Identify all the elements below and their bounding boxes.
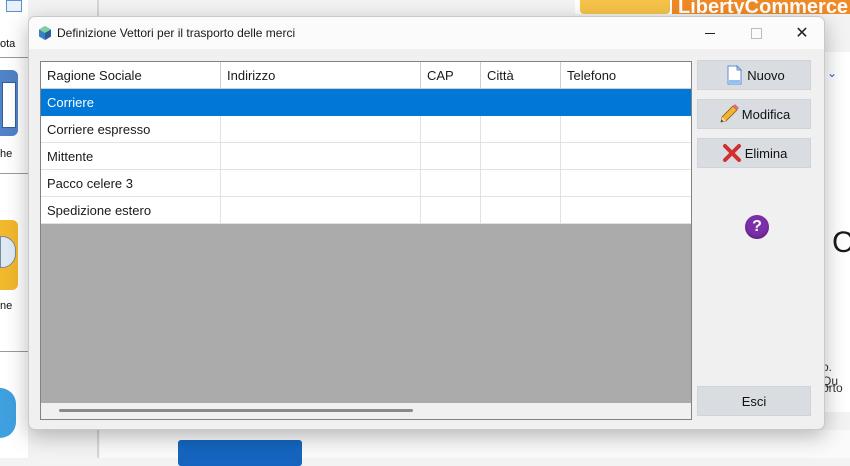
grid-icon [6,0,22,12]
cell-ragione-sociale: Pacco celere 3 [41,170,221,197]
cell-telefono [561,197,691,224]
background-heading: C [832,226,850,259]
scrollbar-thumb[interactable] [59,409,413,412]
close-icon: ✕ [795,25,809,42]
document-icon [727,64,743,85]
table-row[interactable]: Mittente [41,143,691,170]
question-icon[interactable]: ? [745,215,769,239]
column-header-ragione-sociale[interactable]: Ragione Sociale [41,62,221,88]
chevron-down-icon[interactable]: ⌄ [827,66,837,80]
cloud-icon [0,220,18,290]
maximize-icon [750,27,762,39]
exit-button-label: Esci [741,393,767,409]
cell-ragione-sociale: Corriere [41,89,221,116]
cell-indirizzo [221,89,421,116]
window-title: Definizione Vettori per il trasporto del… [57,26,296,40]
column-header-telefono[interactable]: Telefono [561,62,691,88]
globe-icon [0,388,16,438]
cell-telefono [561,116,691,143]
cell-telefono [561,170,691,197]
cell-cap [421,89,481,116]
toolbar-label: he [0,148,13,160]
table-row[interactable]: Spedizione estero [41,197,691,224]
cell-cap [421,116,481,143]
carriers-dialog: Definizione Vettori per il trasporto del… [28,16,825,430]
background-action-button[interactable] [178,440,302,466]
red-x-icon [722,144,741,162]
cell-cap [421,197,481,224]
minimize-button[interactable] [687,17,733,49]
cell-citta [481,197,561,224]
toolbar-label: ota [0,38,16,50]
cell-cap [421,170,481,197]
cell-citta [481,170,561,197]
edit-button[interactable]: Modifica [697,99,811,129]
close-button[interactable]: ✕ [779,17,824,49]
table-row[interactable]: Pacco celere 3 [41,170,691,197]
brand-logo: LibertyCommerce [672,0,850,14]
exit-button[interactable]: Esci [697,386,811,416]
carriers-table[interactable]: Ragione Sociale Indirizzo CAP Città Tele… [40,61,692,420]
cell-ragione-sociale: Corriere espresso [41,116,221,143]
new-button-label: Nuovo [747,67,785,83]
toolbar-label: ne [0,300,13,312]
cell-indirizzo [221,170,421,197]
cell-cap [421,143,481,170]
edit-button-label: Modifica [741,106,791,122]
cell-ragione-sociale: Spedizione estero [41,197,221,224]
app-icon [39,26,51,40]
delete-button-label: Elimina [744,145,788,161]
cell-indirizzo [221,143,421,170]
cell-citta [481,116,561,143]
cell-telefono [561,89,691,116]
column-header-cap[interactable]: CAP [421,62,481,88]
table-header: Ragione Sociale Indirizzo CAP Città Tele… [41,62,691,89]
cell-ragione-sociale: Mittente [41,143,221,170]
table-row[interactable]: Corriere espresso [41,116,691,143]
cell-indirizzo [221,116,421,143]
pencil-icon [720,104,739,123]
title-bar[interactable]: Definizione Vettori per il trasporto del… [29,17,824,49]
table-row[interactable]: Corriere [41,89,691,116]
delete-button[interactable]: Elimina [697,138,811,168]
document-list-icon [0,70,18,136]
cell-telefono [561,143,691,170]
new-button[interactable]: Nuovo [697,60,811,90]
minimize-icon [705,32,715,34]
column-header-citta[interactable]: Città [481,62,561,88]
maximize-button[interactable] [733,17,779,49]
background-text: orto [822,381,843,395]
horizontal-scrollbar[interactable] [41,403,691,419]
background-left-toolbar: ota he ne [0,0,28,458]
brand-logo-icon [580,0,670,14]
cell-citta [481,143,561,170]
column-header-indirizzo[interactable]: Indirizzo [221,62,421,88]
cell-indirizzo [221,197,421,224]
cell-citta [481,89,561,116]
